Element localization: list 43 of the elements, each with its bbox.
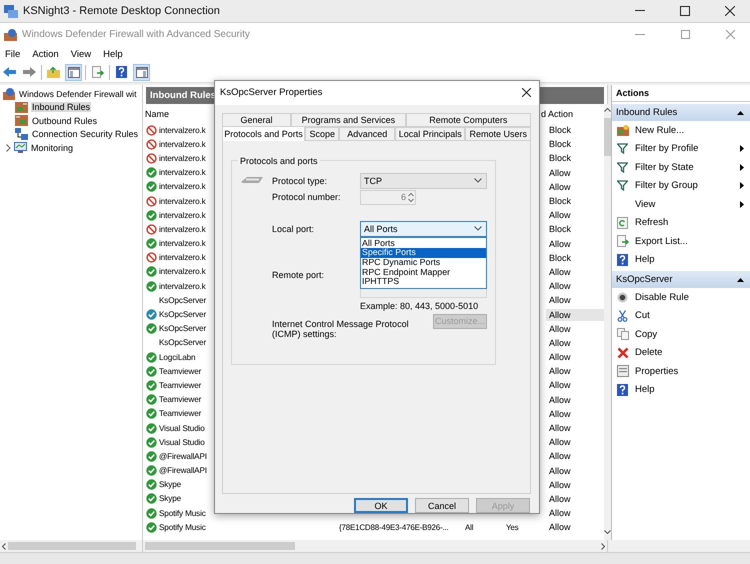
field-label: Remote port: (272, 270, 326, 280)
table-cell-text: Allow (548, 464, 572, 477)
table-cell-text: All (465, 522, 474, 532)
table-cell-text: Allow (548, 180, 572, 193)
hint-text: Example: 80, 443, 5000-5010 (360, 300, 480, 311)
dialog-title: KsOpcServer Properties (220, 87, 322, 98)
table-cell-text: Allow (548, 492, 572, 505)
window-title: KSNight3 - Remote Desktop Connection (23, 5, 221, 17)
table-cell-text: Allow (548, 266, 572, 278)
table-cell-text: Allow (548, 365, 572, 378)
table-cell-text: Allow (548, 478, 572, 491)
table-cell-text: Allow (548, 294, 572, 306)
table-cell-text: {78E1CD88-49E3-476E-B926-... (339, 522, 450, 532)
table-cell-text: Allow (548, 238, 572, 250)
table-cell-text: Block (548, 195, 572, 208)
table-cell-text: Block (548, 152, 572, 164)
pane-header: Actions (612, 85, 750, 102)
table-cell-text: Allow (548, 351, 572, 364)
table-cell-text: Allow (548, 507, 572, 520)
table-cell-text: Allow (548, 166, 572, 179)
table-cell-text: Allow (548, 450, 572, 462)
table-cell-text: Block (548, 223, 572, 236)
table-cell-text: Allow (548, 280, 572, 292)
table-cell-text: Allow (548, 408, 572, 420)
table-cell-text: Block (548, 252, 572, 264)
table-cell-text: Allow (548, 394, 572, 406)
window-title: Windows Defender Firewall with Advanced Security (22, 29, 251, 40)
table-cell-text: Block (548, 138, 572, 150)
field-label: Internet Control Message Protocol (ICMP) settings: (272, 318, 410, 339)
table-cell: Allow (546, 308, 604, 321)
table-cell-text: Allow (548, 209, 572, 222)
table-cell-text: Allow (548, 521, 572, 534)
table-cell-text: Allow (548, 379, 572, 392)
field-label: Local port: (272, 224, 316, 234)
group-title: Protocols and ports (239, 156, 319, 166)
table-cell-text: Allow (548, 436, 572, 448)
field-label: Protocol type: (272, 176, 328, 186)
table-cell-text: Allow (548, 422, 572, 434)
table-cell-text: Allow (548, 336, 572, 349)
table-cell-text: Allow (548, 322, 572, 335)
table-cell-text: Yes (506, 522, 520, 532)
table-cell-text: Block (548, 124, 572, 136)
field-label: Protocol number: (272, 192, 342, 202)
